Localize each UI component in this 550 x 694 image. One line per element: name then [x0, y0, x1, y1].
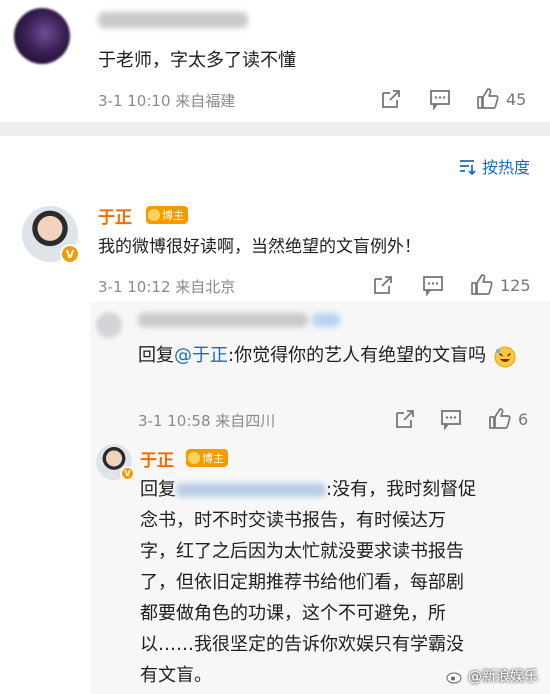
blogger-tag: 博主 — [186, 449, 228, 467]
section-divider — [0, 122, 550, 136]
share-button[interactable] — [380, 88, 402, 110]
reply-first-line: 回复:没有，我时刻督促 — [140, 479, 477, 500]
blurred-tag — [312, 313, 340, 327]
like-button[interactable]: 6 — [488, 407, 528, 431]
thumbs-up-icon — [477, 88, 499, 109]
share-icon — [396, 410, 414, 428]
reply-text: 回复@于正:你觉得你的艺人有绝望的文盲吗 — [138, 340, 528, 372]
sort-button[interactable]: 按热度 — [458, 154, 530, 178]
thumbs-up-icon — [489, 408, 511, 429]
comment-icon — [441, 410, 461, 430]
comment-meta: 3-1 10:10 来自福建 — [98, 92, 236, 110]
share-icon — [382, 90, 400, 108]
avatar[interactable] — [96, 312, 122, 338]
like-count: 6 — [518, 409, 529, 429]
avatar[interactable] — [14, 8, 70, 64]
comment-button[interactable] — [429, 88, 451, 110]
blogger-icon — [188, 452, 200, 464]
like-button[interactable]: 45 — [476, 87, 526, 111]
blurred-mention[interactable] — [176, 483, 326, 497]
comment-text: 我的微博很好读啊，当然绝望的文盲例外！ — [98, 237, 421, 257]
author-name[interactable]: 于正 — [140, 446, 174, 471]
comment-icon — [430, 90, 450, 110]
reply-line: 都要做角色的功课，这个不可避免，所 — [140, 603, 446, 624]
reply-line: 念书，时不时交读书报告，有时候达万 — [140, 510, 446, 531]
reply-text: 回复:没有，我时刻督促 念书，时不时交读书报告，有时候达万 字，红了之后因为太忙… — [140, 474, 540, 691]
thumbs-up-icon — [471, 274, 493, 295]
sort-icon — [459, 160, 476, 175]
like-count: 45 — [506, 89, 527, 109]
verified-badge: V — [120, 466, 135, 481]
sort-label: 按热度 — [481, 158, 530, 177]
watermark: @新浪娱乐 — [446, 666, 538, 686]
comment-button[interactable] — [440, 408, 462, 430]
laughing-face-icon — [494, 346, 516, 368]
reply-line: 了，但依旧定期推荐书给他们看，每部剧 — [140, 572, 464, 593]
blurred-username[interactable] — [98, 12, 248, 28]
comment-text: 于老师，字太多了读不懂 — [98, 50, 296, 71]
blogger-tag: 博主 — [146, 206, 188, 224]
share-button[interactable] — [372, 274, 394, 296]
comment-meta: 3-1 10:12 来自北京 — [98, 278, 236, 296]
reply-line: 字，红了之后因为太忙就没要求读书报告 — [140, 541, 464, 562]
blogger-icon — [148, 209, 160, 221]
like-button[interactable]: 125 — [470, 273, 531, 297]
comment-button[interactable] — [422, 274, 444, 296]
weibo-logo-icon — [446, 669, 463, 684]
share-button[interactable] — [394, 408, 416, 430]
author-name[interactable]: 于正 — [98, 203, 132, 228]
comment-icon — [423, 276, 443, 296]
reply-meta: 3-1 10:58 来自四川 — [138, 412, 276, 430]
share-icon — [374, 276, 392, 294]
reply-line: 以……我很坚定的告诉你欢娱只有学霸没 — [140, 634, 464, 655]
blurred-username[interactable] — [138, 313, 308, 327]
verified-badge: V — [60, 244, 80, 264]
mention-link[interactable]: @于正 — [174, 345, 228, 366]
like-count: 125 — [500, 275, 531, 295]
